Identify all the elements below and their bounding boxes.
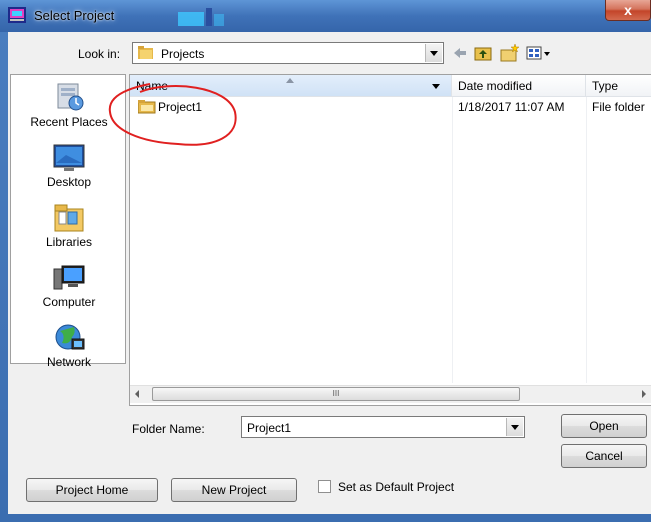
horizontal-scrollbar[interactable]: III — [130, 385, 651, 403]
folder-name-label: Folder Name: — [132, 422, 205, 436]
file-row[interactable]: Project1 1/18/2017 11:07 AM File folder — [130, 97, 651, 117]
title-decoration — [178, 8, 224, 26]
place-network[interactable]: Network — [11, 323, 127, 369]
folder-name-dropdown-arrow[interactable] — [506, 418, 523, 436]
lookin-dropdown-arrow[interactable] — [425, 44, 442, 62]
lookin-combo[interactable]: Projects — [132, 42, 444, 64]
network-icon — [55, 324, 85, 350]
cancel-button[interactable]: Cancel — [561, 444, 647, 468]
place-libraries[interactable]: Libraries — [11, 203, 127, 249]
lookin-value: Projects — [161, 47, 205, 61]
column-header-type[interactable]: Type — [586, 75, 651, 97]
recent-places-icon — [57, 83, 84, 111]
project-home-button[interactable]: Project Home — [26, 478, 158, 502]
sort-ascending-icon — [286, 78, 294, 83]
column-header-name[interactable]: Name — [130, 75, 452, 97]
file-list[interactable]: Name Date modified Type Project1 1/18/20… — [129, 74, 651, 406]
place-desktop[interactable]: Desktop — [11, 143, 127, 189]
new-project-button[interactable]: New Project — [171, 478, 297, 502]
place-label: Network — [46, 355, 91, 369]
places-bar: Recent Places Desktop Libraries Computer… — [10, 74, 127, 369]
open-button[interactable]: Open — [561, 414, 647, 438]
place-label: Libraries — [45, 235, 93, 249]
window-title: Select Project — [34, 8, 115, 23]
select-project-dialog: Select Project x Look in: Projects Recen… — [0, 0, 651, 522]
desktop-icon — [53, 144, 85, 171]
view-menu-icon[interactable] — [526, 43, 552, 63]
column-header-date[interactable]: Date modified — [452, 75, 586, 97]
close-button[interactable]: x — [605, 0, 651, 21]
column-name-label: Name — [136, 79, 169, 93]
computer-icon — [53, 265, 85, 290]
libraries-icon — [54, 204, 84, 232]
back-arrow-icon[interactable] — [452, 43, 468, 63]
file-date: 1/18/2017 11:07 AM — [458, 100, 565, 114]
place-label: Recent Places — [30, 115, 108, 129]
column-filter-dropdown-icon[interactable] — [432, 84, 440, 89]
scroll-right-arrow-icon[interactable] — [635, 386, 651, 403]
scroll-left-arrow-icon[interactable] — [130, 386, 147, 403]
file-type: File folder — [592, 100, 645, 114]
scrollbar-thumb[interactable]: III — [152, 387, 520, 401]
title-bar[interactable]: Select Project x — [0, 0, 651, 32]
new-folder-icon[interactable] — [500, 43, 520, 63]
default-project-checkbox[interactable] — [318, 480, 331, 493]
place-label: Desktop — [46, 175, 92, 189]
column-separator — [452, 97, 453, 383]
folder-name-input[interactable]: Project1 — [241, 416, 525, 438]
folder-name-value: Project1 — [247, 421, 292, 435]
app-icon — [8, 7, 26, 23]
file-name: Project1 — [158, 100, 203, 114]
lookin-label: Look in: — [78, 47, 121, 61]
up-folder-icon[interactable] — [474, 43, 492, 63]
dialog-client-area: Look in: Projects Recent Places Desktop … — [8, 32, 651, 514]
folder-icon — [138, 100, 156, 114]
place-label: Computer — [42, 295, 96, 309]
column-separator — [586, 97, 587, 383]
place-recent-places[interactable]: Recent Places — [11, 81, 127, 129]
folder-icon — [138, 46, 153, 59]
place-computer[interactable]: Computer — [11, 263, 127, 309]
default-project-label: Set as Default Project — [338, 480, 455, 494]
